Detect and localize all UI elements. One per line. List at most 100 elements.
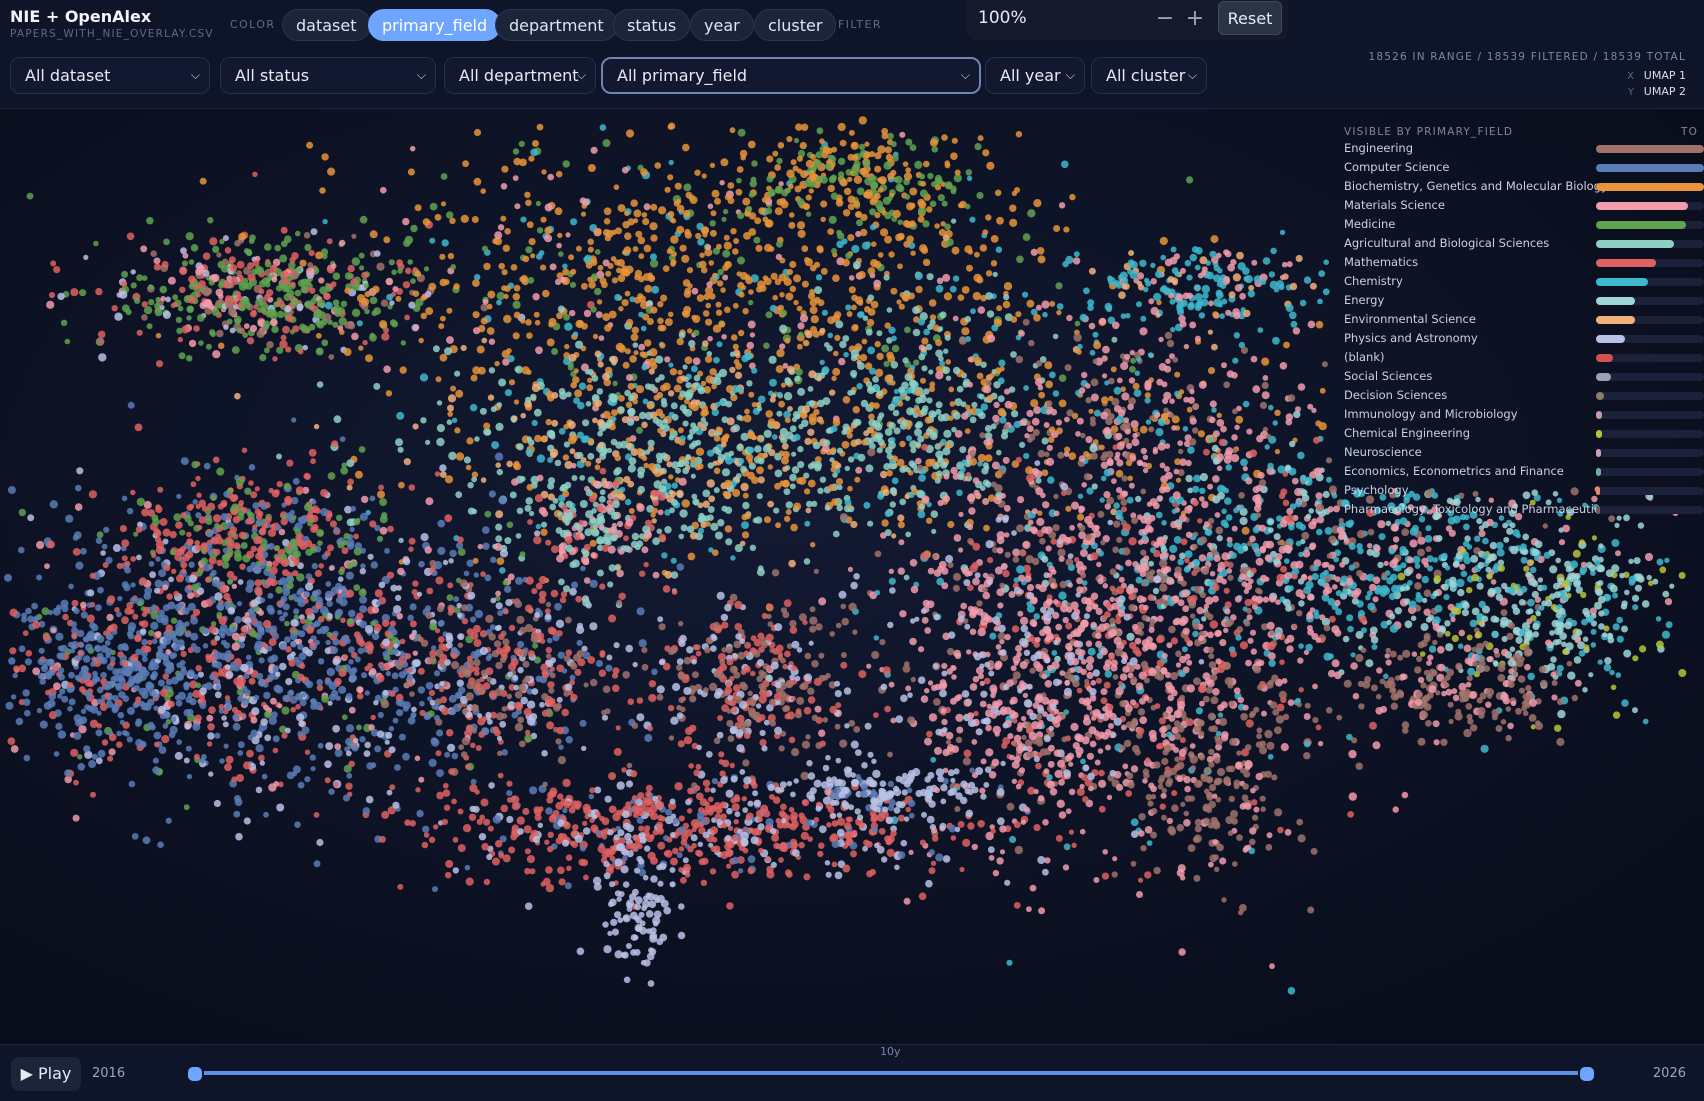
scatter-point[interactable] [967, 381, 973, 388]
scatter-point[interactable] [1080, 758, 1086, 765]
scatter-point[interactable] [619, 493, 626, 501]
scatter-point[interactable] [1104, 302, 1113, 311]
scatter-point[interactable] [1225, 464, 1232, 471]
scatter-point[interactable] [570, 434, 578, 442]
scatter-point[interactable] [255, 265, 262, 272]
scatter-point[interactable] [643, 203, 651, 211]
scatter-point[interactable] [721, 334, 727, 340]
scatter-point[interactable] [483, 262, 491, 271]
scatter-point[interactable] [945, 359, 951, 365]
scatter-point[interactable] [1140, 516, 1148, 524]
scatter-point[interactable] [344, 287, 351, 294]
scatter-point[interactable] [1555, 557, 1561, 564]
scatter-point[interactable] [671, 251, 677, 257]
scatter-point[interactable] [897, 514, 905, 522]
scatter-point[interactable] [1247, 637, 1254, 644]
scatter-point[interactable] [617, 406, 625, 414]
scatter-point[interactable] [1594, 559, 1601, 566]
scatter-point[interactable] [920, 377, 926, 384]
scatter-point[interactable] [817, 399, 825, 408]
scatter-point[interactable] [749, 544, 757, 551]
scatter-point[interactable] [1287, 585, 1294, 592]
scatter-point[interactable] [471, 216, 479, 223]
scatter-point[interactable] [1267, 518, 1274, 525]
scatter-point[interactable] [1139, 259, 1147, 267]
scatter-point[interactable] [419, 373, 429, 382]
scatter-point[interactable] [687, 552, 696, 561]
scatter-point[interactable] [407, 168, 415, 176]
scatter-point[interactable] [356, 294, 366, 303]
scatter-point[interactable] [742, 308, 749, 315]
scatter-point[interactable] [868, 426, 875, 433]
scatter-point[interactable] [247, 273, 256, 282]
scatter-point[interactable] [1240, 346, 1249, 354]
scatter-point[interactable] [1377, 561, 1384, 569]
scatter-point[interactable] [719, 180, 725, 186]
scatter-point[interactable] [915, 397, 922, 404]
scatter-point[interactable] [751, 160, 758, 167]
scatter-point[interactable] [1238, 504, 1245, 511]
scatter-point[interactable] [1482, 537, 1489, 545]
scatter-point[interactable] [60, 319, 68, 326]
scatter-point[interactable] [512, 293, 520, 301]
scatter-point[interactable] [1083, 287, 1090, 295]
scatter-point[interactable] [503, 293, 509, 299]
scatter-point[interactable] [216, 252, 222, 258]
scatter-point[interactable] [1100, 454, 1107, 462]
scatter-point[interactable] [853, 324, 859, 330]
scatter-point[interactable] [835, 478, 844, 486]
scatter-point[interactable] [967, 356, 974, 363]
scatter-point[interactable] [597, 442, 604, 449]
scatter-point[interactable] [1215, 252, 1222, 259]
scatter-point[interactable] [1530, 615, 1537, 622]
scatter-point[interactable] [776, 198, 784, 206]
scatter-point[interactable] [1132, 432, 1138, 439]
scatter-point[interactable] [1128, 482, 1135, 489]
scatter-point[interactable] [680, 524, 688, 532]
scatter-point[interactable] [1066, 409, 1074, 417]
scatter-point[interactable] [402, 217, 410, 226]
scatter-point[interactable] [251, 309, 257, 316]
scatter-point[interactable] [763, 342, 770, 349]
scatter-point[interactable] [532, 293, 540, 301]
scatter-point[interactable] [270, 309, 278, 317]
scatter-point[interactable] [1231, 525, 1238, 532]
scatter-point[interactable] [121, 270, 129, 278]
scatter-point[interactable] [205, 343, 212, 350]
scatter-point[interactable] [299, 259, 307, 267]
scatter-point[interactable] [808, 417, 817, 426]
scatter-point[interactable] [789, 212, 795, 218]
scatter-point[interactable] [914, 160, 923, 169]
scatter-point[interactable] [1565, 566, 1572, 573]
scatter-point[interactable] [1664, 557, 1670, 563]
scatter-point[interactable] [633, 218, 639, 224]
scatter-point[interactable] [486, 303, 493, 310]
scatter-point[interactable] [1347, 811, 1354, 818]
scatter-point[interactable] [519, 276, 525, 282]
scatter-point[interactable] [380, 186, 387, 194]
scatter-point[interactable] [1291, 477, 1299, 485]
scatter-point[interactable] [524, 191, 531, 198]
scatter-point[interactable] [641, 212, 648, 218]
scatter-point[interactable] [602, 372, 610, 381]
scatter-point[interactable] [1287, 987, 1296, 995]
scatter-point[interactable] [1098, 769, 1105, 777]
scatter-point[interactable] [1389, 624, 1399, 633]
scatter-point[interactable] [388, 259, 395, 266]
scatter-point[interactable] [1174, 458, 1181, 466]
scatter-point[interactable] [1003, 424, 1010, 431]
scatter-point[interactable] [1134, 370, 1141, 376]
scatter-point[interactable] [1634, 584, 1642, 592]
scatter-point[interactable] [1004, 551, 1011, 558]
scatter-point[interactable] [657, 324, 665, 332]
scatter-point[interactable] [842, 258, 850, 267]
scatter-point[interactable] [397, 268, 403, 274]
scatter-point[interactable] [697, 527, 705, 534]
scatter-point[interactable] [231, 299, 238, 306]
scatter-point[interactable] [1171, 267, 1179, 274]
scatter-point[interactable] [737, 256, 745, 265]
scatter-point[interactable] [1549, 630, 1555, 636]
scatter-point[interactable] [705, 302, 711, 309]
scatter-point[interactable] [572, 331, 579, 337]
scatter-point[interactable] [1604, 657, 1612, 665]
